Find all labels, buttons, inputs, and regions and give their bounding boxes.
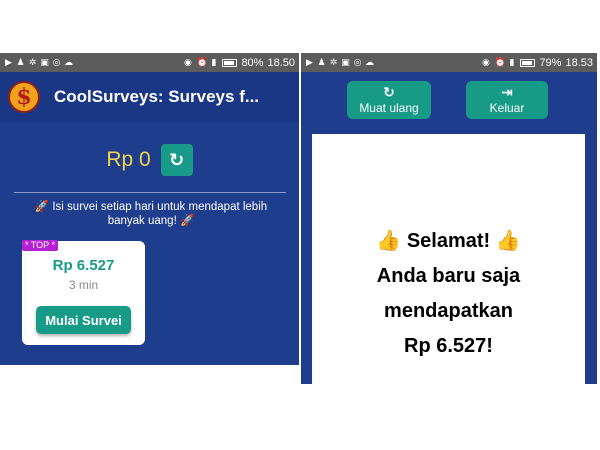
coin-logo-icon: $ — [8, 81, 40, 113]
app-title: CoolSurveys: Surveys f... — [54, 87, 260, 106]
bug-icon: ✲ — [329, 57, 338, 67]
result-amount: Rp 6.527! — [404, 335, 493, 357]
reload-icon: ↻ — [383, 84, 395, 100]
youtube-icon: ▶ — [306, 57, 313, 67]
sign-out-icon: ⇥ — [501, 84, 513, 100]
divider — [14, 192, 286, 193]
app-bar: $ CoolSurveys: Surveys f... — [0, 72, 299, 122]
balance-row: Rp 0 ↻ — [0, 142, 299, 178]
alarm-icon: ⏰ — [196, 57, 208, 67]
target-icon: ◎ — [353, 57, 362, 67]
battery-icon — [222, 58, 238, 67]
status-system-icons: ◉ ⏰ ▮ 80% 18.50 — [183, 57, 295, 69]
promo-text: 🚀 Isi survei setiap hari untuk mendapat … — [34, 201, 268, 227]
exit-button[interactable]: ⇥ Keluar — [466, 81, 548, 119]
status-notification-icons: ▶ ♟ ✲ ▣ ◎ ☁ — [305, 58, 481, 67]
status-system-icons: ◉ ⏰ ▮ 79% 18.53 — [481, 57, 593, 69]
alarm-icon: ⏰ — [494, 57, 506, 67]
image-icon: ▣ — [40, 57, 49, 67]
status-bar: ▶ ♟ ✲ ▣ ◎ ☁ ◉ ⏰ ▮ 80% 18.50 — [0, 53, 299, 72]
signal-icon: ▮ — [509, 57, 515, 67]
image-icon: ▣ — [341, 57, 350, 67]
person-icon: ♟ — [317, 57, 326, 67]
hotspot-icon: ◉ — [482, 57, 490, 67]
survey-reward-amount: Rp 6.527 — [52, 257, 115, 274]
survey-duration: 3 min — [68, 278, 99, 292]
reload-label: Muat ulang — [359, 101, 419, 115]
battery-level: 80% — [241, 56, 264, 69]
congrats-line: 👍 Selamat! 👍 — [312, 224, 585, 259]
refresh-balance-button[interactable]: ↻ — [160, 144, 193, 176]
person-icon: ♟ — [16, 57, 25, 67]
top-badge: * TOP * — [22, 240, 59, 251]
refresh-icon: ↻ — [169, 149, 185, 170]
status-notification-icons: ▶ ♟ ✲ ▣ ◎ ☁ — [4, 58, 183, 67]
thumbs-up-icon: 👍 — [376, 230, 402, 252]
screenshot-stage: ▶ ♟ ✲ ▣ ◎ ☁ ◉ ⏰ ▮ 80% 18.50 $ CoolSurvey… — [0, 0, 600, 450]
congrats-text: Selamat! — [406, 230, 491, 252]
exit-label: Keluar — [489, 101, 525, 115]
result-toolbar: ↻ Muat ulang ⇥ Keluar — [301, 72, 597, 134]
cloud-icon: ☁ — [365, 57, 374, 67]
left-phone-screen: ▶ ♟ ✲ ▣ ◎ ☁ ◉ ⏰ ▮ 80% 18.50 $ CoolSurvey… — [0, 53, 299, 365]
balance-amount: Rp 0 — [106, 148, 151, 171]
reload-button[interactable]: ↻ Muat ulang — [347, 81, 431, 119]
result-message: 👍 Selamat! 👍 Anda baru saja mendapatkan … — [312, 224, 585, 364]
bug-icon: ✲ — [28, 57, 37, 67]
cloud-icon: ☁ — [64, 57, 73, 67]
start-survey-button[interactable]: Mulai Survei — [36, 306, 131, 334]
result-panel: 👍 Selamat! 👍 Anda baru saja mendapatkan … — [312, 134, 585, 384]
youtube-icon: ▶ — [5, 57, 12, 67]
battery-icon — [520, 58, 536, 67]
thumbs-up-icon: 👍 — [495, 230, 521, 252]
result-line-2: Anda baru saja — [376, 265, 521, 287]
right-phone-screen: ▶ ♟ ✲ ▣ ◎ ☁ ◉ ⏰ ▮ 79% 18.53 ↻ Muat ulang — [301, 53, 597, 384]
status-time: 18.53 — [565, 56, 593, 69]
survey-card[interactable]: * TOP * Rp 6.527 3 min Mulai Survei — [22, 240, 145, 345]
target-icon: ◎ — [52, 57, 61, 67]
result-line-3: mendapatkan — [384, 300, 513, 322]
status-time: 18.50 — [267, 56, 295, 69]
status-bar: ▶ ♟ ✲ ▣ ◎ ☁ ◉ ⏰ ▮ 79% 18.53 — [301, 53, 597, 72]
battery-level: 79% — [539, 56, 562, 69]
hotspot-icon: ◉ — [184, 57, 192, 67]
signal-icon: ▮ — [211, 57, 217, 67]
